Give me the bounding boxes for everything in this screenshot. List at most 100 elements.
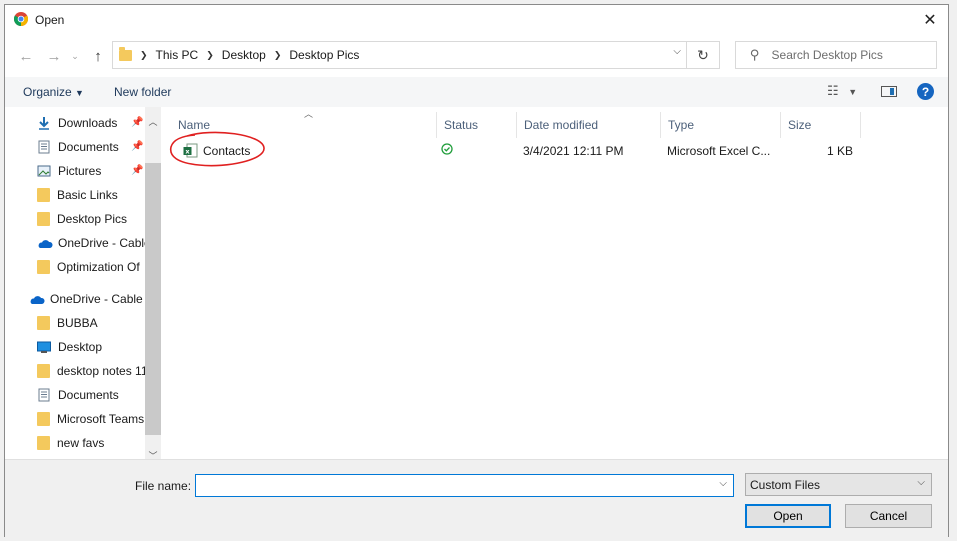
- scrollbar-thumb[interactable]: [145, 163, 161, 435]
- navigation-pane: Downloads 📌 Documents 📌 Pictures 📌 Basic…: [5, 107, 161, 459]
- folder-icon: [37, 364, 50, 378]
- file-date: 3/4/2021 12:11 PM: [523, 144, 624, 158]
- file-size: 1 KB: [826, 144, 853, 158]
- sidebar-item-onedrive[interactable]: OneDrive - Cable: [37, 231, 145, 255]
- chevron-down-icon: ⌵: [917, 477, 925, 488]
- sidebar-scrollbar[interactable]: ︿ ﹀: [145, 107, 161, 459]
- file-name-label: File name:: [135, 479, 192, 493]
- folder-icon: [37, 188, 50, 202]
- change-view-button[interactable]: ☷ ▼: [827, 83, 857, 99]
- pin-icon: 📌: [131, 165, 144, 176]
- sidebar-item-label: Optimization Of: [57, 260, 140, 274]
- file-type: Microsoft Excel C...: [667, 144, 771, 158]
- sidebar-item-label: OneDrive - Cable: [58, 236, 145, 250]
- caret-down-icon: ▼: [848, 87, 858, 97]
- desktop-icon: [37, 340, 51, 354]
- sidebar-item-basic-links[interactable]: Basic Links: [37, 183, 161, 207]
- recent-locations-button[interactable]: ⌄: [69, 46, 81, 66]
- folder-icon: [37, 436, 50, 450]
- sidebar-item-new-favs[interactable]: new favs: [37, 431, 161, 455]
- up-arrow-icon: ↑: [94, 47, 102, 65]
- chrome-icon: [14, 12, 28, 26]
- sidebar-item-optimization[interactable]: Optimization Of: [37, 255, 145, 279]
- address-bar[interactable]: ❯ This PC ❯ Desktop ❯ Desktop Pics ⌵ ↻: [112, 41, 720, 69]
- close-button[interactable]: ✕: [912, 5, 948, 35]
- address-dropdown-icon[interactable]: ⌵: [673, 46, 681, 57]
- sidebar-item-label: Downloads: [58, 116, 118, 130]
- sidebar-item-label: desktop notes 11: [57, 364, 145, 378]
- search-box[interactable]: ⚲: [735, 41, 937, 69]
- chevron-right-icon: ❯: [140, 49, 148, 60]
- sidebar-item-label: Microsoft Teams: [57, 412, 145, 426]
- folder-icon: [37, 212, 50, 226]
- onedrive-cloud-icon: [37, 236, 53, 250]
- column-header-type[interactable]: Type: [661, 112, 781, 138]
- table-row[interactable]: x Contacts 3/4/2021 12:11 PM Microsoft E…: [161, 131, 948, 167]
- column-header-status[interactable]: Status: [437, 112, 517, 138]
- file-type-select[interactable]: Custom Files ⌵: [745, 473, 932, 496]
- file-name-input[interactable]: [200, 475, 704, 496]
- chevron-down-icon: ⌄: [71, 50, 79, 61]
- sidebar-item-label: Pictures: [58, 164, 102, 178]
- window-title: Open: [35, 13, 65, 27]
- sidebar-item-label: Documents: [58, 388, 119, 402]
- preview-pane-icon[interactable]: [881, 86, 897, 97]
- search-icon: ⚲: [750, 47, 760, 62]
- chevron-right-icon: ❯: [273, 49, 282, 60]
- file-name: Contacts: [203, 144, 251, 158]
- up-button[interactable]: ↑: [88, 46, 108, 66]
- sidebar-item-label: Desktop: [58, 340, 103, 354]
- sidebar-item-onedrive-root[interactable]: OneDrive - Cable: [29, 287, 145, 311]
- sidebar-item-microsoft-teams[interactable]: Microsoft Teams: [37, 407, 145, 431]
- sidebar-item-desktop-notes[interactable]: desktop notes 11: [37, 359, 145, 383]
- organize-button[interactable]: Organize ▼: [23, 85, 84, 99]
- sidebar-item-label: Basic Links: [57, 188, 118, 202]
- chevron-right-icon: ❯: [206, 49, 214, 60]
- sidebar-item-desktop[interactable]: Desktop: [37, 335, 161, 359]
- document-icon: [37, 388, 51, 402]
- folder-icon: [37, 316, 50, 330]
- onedrive-cloud-icon: [29, 292, 45, 306]
- sidebar-item-onedrive-documents[interactable]: Documents: [37, 383, 161, 407]
- file-list: ︿ Name Status Date modified Type Size x …: [161, 107, 948, 459]
- breadcrumb-desktop[interactable]: Desktop: [222, 48, 266, 62]
- open-button[interactable]: Open: [745, 504, 831, 528]
- organize-label: Organize: [23, 85, 72, 99]
- search-input[interactable]: [769, 47, 924, 63]
- refresh-button[interactable]: ↻: [686, 42, 719, 68]
- sidebar-item-label: BUBBA: [57, 316, 98, 330]
- sidebar-item-desktop-pics[interactable]: Desktop Pics: [37, 207, 161, 231]
- open-dialog: Open ✕ ← → ⌄ ↑ ❯ This PC ❯ Desktop ❯ Des…: [4, 4, 949, 538]
- chevron-down-icon[interactable]: ﹀: [145, 447, 161, 460]
- folder-icon: [119, 46, 132, 61]
- folder-icon: [37, 412, 50, 426]
- column-header-size[interactable]: Size: [781, 112, 861, 138]
- chevron-up-icon[interactable]: ︿: [145, 113, 161, 129]
- download-arrow-icon: [37, 116, 51, 130]
- sidebar-item-label: Documents: [58, 140, 119, 154]
- breadcrumb-desktop-pics[interactable]: Desktop Pics: [289, 48, 359, 62]
- navigation-bar: ← → ⌄ ↑ ❯ This PC ❯ Desktop ❯ Desktop Pi…: [5, 41, 948, 71]
- command-bar: Organize ▼ New folder ☷ ▼ ?: [5, 77, 948, 107]
- title-bar: Open ✕: [5, 5, 948, 36]
- sidebar-item-bubba[interactable]: BUBBA: [37, 311, 161, 335]
- pin-icon: 📌: [131, 117, 144, 128]
- sidebar-item-label: new favs: [57, 436, 105, 450]
- breadcrumb-this-pc[interactable]: This PC: [156, 48, 199, 62]
- file-name-field[interactable]: ⌵: [195, 474, 734, 497]
- back-arrow-icon: ←: [18, 47, 34, 65]
- sidebar-item-label: OneDrive - Cable: [50, 292, 143, 306]
- column-header-date[interactable]: Date modified: [517, 112, 661, 138]
- back-button[interactable]: ←: [16, 46, 36, 66]
- caret-down-icon: ▼: [75, 88, 84, 98]
- forward-button[interactable]: →: [44, 46, 64, 66]
- file-type-selected: Custom Files: [750, 477, 821, 492]
- synced-check-icon: [441, 143, 453, 158]
- chevron-down-icon[interactable]: ⌵: [719, 478, 727, 489]
- help-icon[interactable]: ?: [917, 83, 934, 100]
- refresh-icon: ↻: [697, 46, 709, 63]
- cancel-button[interactable]: Cancel: [845, 504, 932, 528]
- excel-file-icon: x: [183, 143, 198, 158]
- new-folder-button[interactable]: New folder: [114, 85, 171, 99]
- document-icon: [37, 140, 51, 154]
